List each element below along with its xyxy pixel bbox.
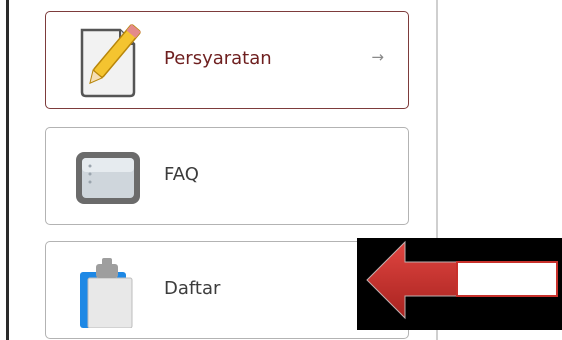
menu-item-label: Persyaratan bbox=[164, 48, 272, 69]
menu-item-faq[interactable]: FAQ bbox=[45, 127, 409, 225]
menu-item-daftar[interactable]: Daftar bbox=[45, 241, 409, 339]
menu-item-label: FAQ bbox=[164, 164, 199, 185]
clipboard-icon bbox=[80, 258, 133, 328]
red-arrow-icon bbox=[366, 240, 558, 320]
arrow-right-icon: → bbox=[371, 48, 384, 66]
menu-item-label: Daftar bbox=[164, 278, 221, 299]
panel-icon bbox=[76, 152, 140, 204]
document-pencil-icon bbox=[80, 24, 141, 98]
menu-item-persyaratan[interactable]: Persyaratan → bbox=[45, 11, 409, 109]
left-border-line bbox=[6, 0, 9, 340]
annotation-overlay bbox=[357, 238, 562, 330]
